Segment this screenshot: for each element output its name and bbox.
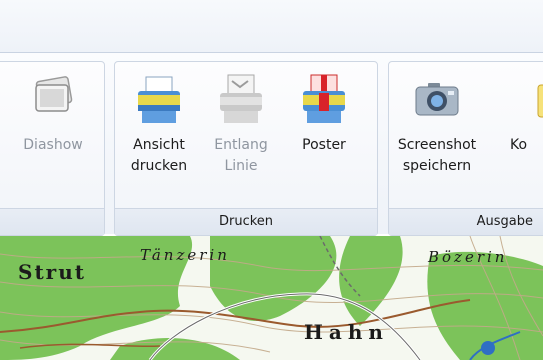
diashow-button[interactable]: Diashow xyxy=(15,71,91,197)
copy-button[interactable]: Ko xyxy=(510,71,543,197)
slideshow-icon xyxy=(35,76,73,112)
copy-icon xyxy=(537,84,543,118)
ribbon-toolbar: Drucken Ausgabe Diashow Ansicht drucken xyxy=(0,53,543,236)
save-screenshot-button[interactable]: Screenshot speichern xyxy=(396,71,478,197)
poster-printer-icon xyxy=(303,74,345,123)
ribbon-group-label-ausgabe: Ausgabe xyxy=(389,208,543,235)
map-label-boezerin: Bözerin xyxy=(428,248,508,266)
camera-icon xyxy=(415,83,459,116)
poster-button[interactable]: Poster xyxy=(286,71,362,197)
map-label-taenzerin: Tänzerin xyxy=(140,246,230,264)
map-label-strut: Strut xyxy=(18,260,86,284)
poster-label: Poster xyxy=(302,137,346,153)
save-screenshot-label: Screenshot speichern xyxy=(397,137,477,174)
printer-line-icon xyxy=(220,74,262,123)
ribbon-group-label xyxy=(0,208,104,235)
topographic-map[interactable]: Strut Tänzerin Bözerin Hahn xyxy=(0,236,543,360)
ribbon-group-label-drucken: Drucken xyxy=(115,208,377,235)
print-view-label: Ansicht drucken xyxy=(130,137,188,174)
diashow-label: Diashow xyxy=(23,137,83,153)
print-along-line-button[interactable]: Entlang Linie xyxy=(203,71,279,197)
title-bar xyxy=(0,0,543,53)
printer-icon xyxy=(138,76,180,123)
print-along-line-label: Entlang Linie xyxy=(214,137,268,174)
map-label-hahn: Hahn xyxy=(304,320,389,344)
print-view-button[interactable]: Ansicht drucken xyxy=(121,71,197,197)
copy-label: Ko xyxy=(510,137,528,153)
